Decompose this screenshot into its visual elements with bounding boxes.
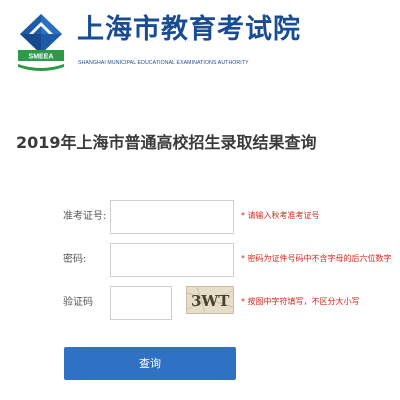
- captcha-image-text: 3WT: [191, 292, 230, 310]
- password-hint: * 密码为证件号码中不含字母的后六位数字: [241, 254, 392, 263]
- page-title: 2019年上海市普通高校招生录取结果查询: [16, 133, 317, 152]
- password-input[interactable]: [110, 243, 234, 277]
- site-title: 上海市教育考试院: [77, 14, 301, 45]
- exam-id-label: 准考证号:: [63, 211, 107, 222]
- password-label: 密码:: [63, 254, 87, 265]
- exam-id-input[interactable]: [110, 200, 234, 234]
- captcha-label: 验证码: [63, 297, 93, 308]
- exam-id-hint: * 请输入秋考准考证号: [241, 211, 320, 220]
- site-subtitle: SHANGHAI MUNICIPAL EDUCATIONAL EXAMINATI…: [78, 60, 249, 66]
- captcha-image[interactable]: 3WT: [186, 286, 234, 314]
- logo-text: SMEEA: [29, 54, 54, 61]
- captcha-hint: * 按图中字符填写，不区分大小写: [241, 297, 360, 306]
- query-button[interactable]: 查询: [64, 347, 236, 380]
- captcha-input[interactable]: [110, 286, 172, 320]
- smeea-logo-icon[interactable]: SMEEA: [15, 12, 67, 72]
